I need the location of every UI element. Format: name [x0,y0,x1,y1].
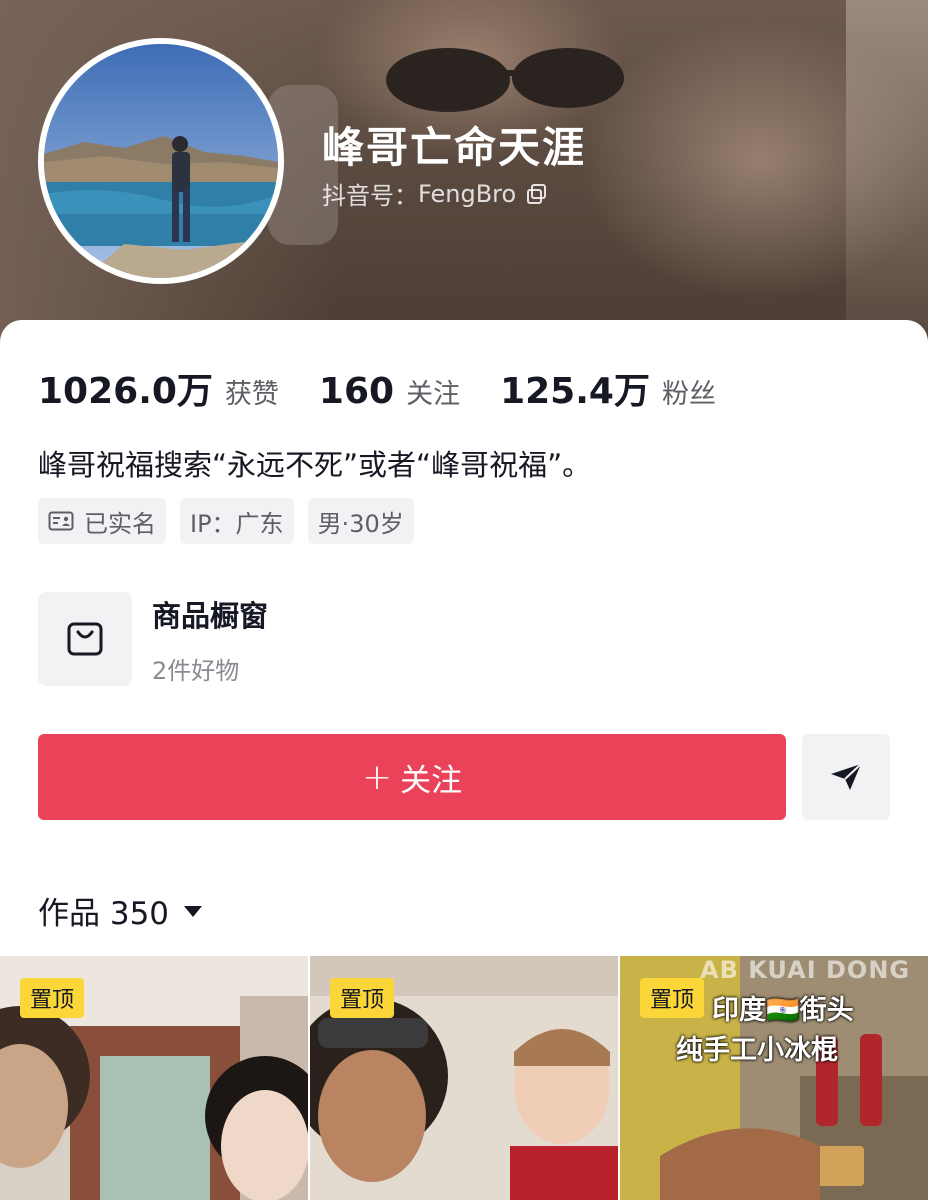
follow-button[interactable]: + 关注 [38,734,786,820]
following-count: 160 [318,371,395,412]
video-caption-line-2: 纯手工小冰棍 [676,1035,838,1066]
video-thumbnail[interactable]: 置顶 [0,956,308,1200]
profile-avatar[interactable] [38,38,284,284]
stat-followers[interactable]: 125.4万 粉丝 [500,362,716,414]
douyin-id-value: FengBro [418,179,517,208]
video-thumbnail[interactable]: AB KUAI DONG 印度🇮🇳街头 纯手工小冰棍 置顶 [620,956,928,1200]
tag-gender-age-label: 男·30岁 [317,509,404,538]
shopping-bag-icon [67,622,103,656]
pinned-badge: 置顶 [330,978,395,1018]
likes-count: 1026.0万 [38,371,213,412]
video-watermark: AB KUAI DONG [700,956,911,984]
profile-tags: 已实名 IP：广东 男·30岁 [38,498,428,544]
followers-label: 粉丝 [661,379,716,410]
shop-icon-box [38,592,132,686]
profile-info-card: 1026.0万 获赞 160 关注 125.4万 粉丝 峰哥祝福搜索“永远不死”… [0,320,928,1200]
douyin-id-label: 抖音号： [322,182,418,210]
tag-verified[interactable]: 已实名 [38,498,166,544]
shop-subtitle: 2件好物 [152,656,240,685]
following-label: 关注 [406,379,461,410]
profile-name: 峰哥亡命天涯 [322,123,587,172]
followers-count: 125.4万 [500,371,650,412]
id-card-icon [48,511,74,531]
video-caption-line-1: 印度🇮🇳街头 [712,995,854,1026]
works-tab-dropdown[interactable]: 作品 350 [38,888,203,933]
tag-verified-label: 已实名 [84,509,156,538]
cover-sunglasses-graphic [386,48,624,112]
follow-button-label: 关注 [400,762,463,799]
pinned-badge: 置顶 [20,978,85,1018]
profile-stats: 1026.0万 获赞 160 关注 125.4万 粉丝 [38,362,756,414]
stat-likes[interactable]: 1026.0万 获赞 [38,362,279,414]
tag-ip: IP：广东 [180,498,294,544]
profile-bio: 峰哥祝福搜索“永远不死”或者“峰哥祝福”。 [38,448,592,482]
product-showcase[interactable]: 商品橱窗 2件好物 [38,592,268,686]
video-grid: 置顶 置顶 AB KUAI DONG 印度🇮🇳街头 纯手工小冰棍 置顶 [0,956,928,1200]
copy-icon[interactable] [526,183,548,205]
tag-gender-age: 男·30岁 [307,498,414,544]
share-button[interactable] [802,734,890,820]
profile-page: 峰哥亡命天涯 抖音号： FengBro 1026.0万 获赞 160 关注 12… [0,0,928,1200]
send-arrow-icon [831,763,862,790]
shop-title: 商品橱窗 [152,598,269,633]
video-thumbnail[interactable]: 置顶 [310,956,618,1200]
plus-icon: + [361,756,393,798]
pinned-badge: 置顶 [640,978,705,1018]
likes-label: 获赞 [224,379,279,410]
stat-following[interactable]: 160 关注 [319,371,460,412]
caret-down-icon [183,904,203,918]
works-count-label: 作品 350 [38,896,170,932]
tag-ip-label: IP：广东 [190,509,284,538]
douyin-id-row[interactable]: 抖音号： FengBro [322,176,548,211]
